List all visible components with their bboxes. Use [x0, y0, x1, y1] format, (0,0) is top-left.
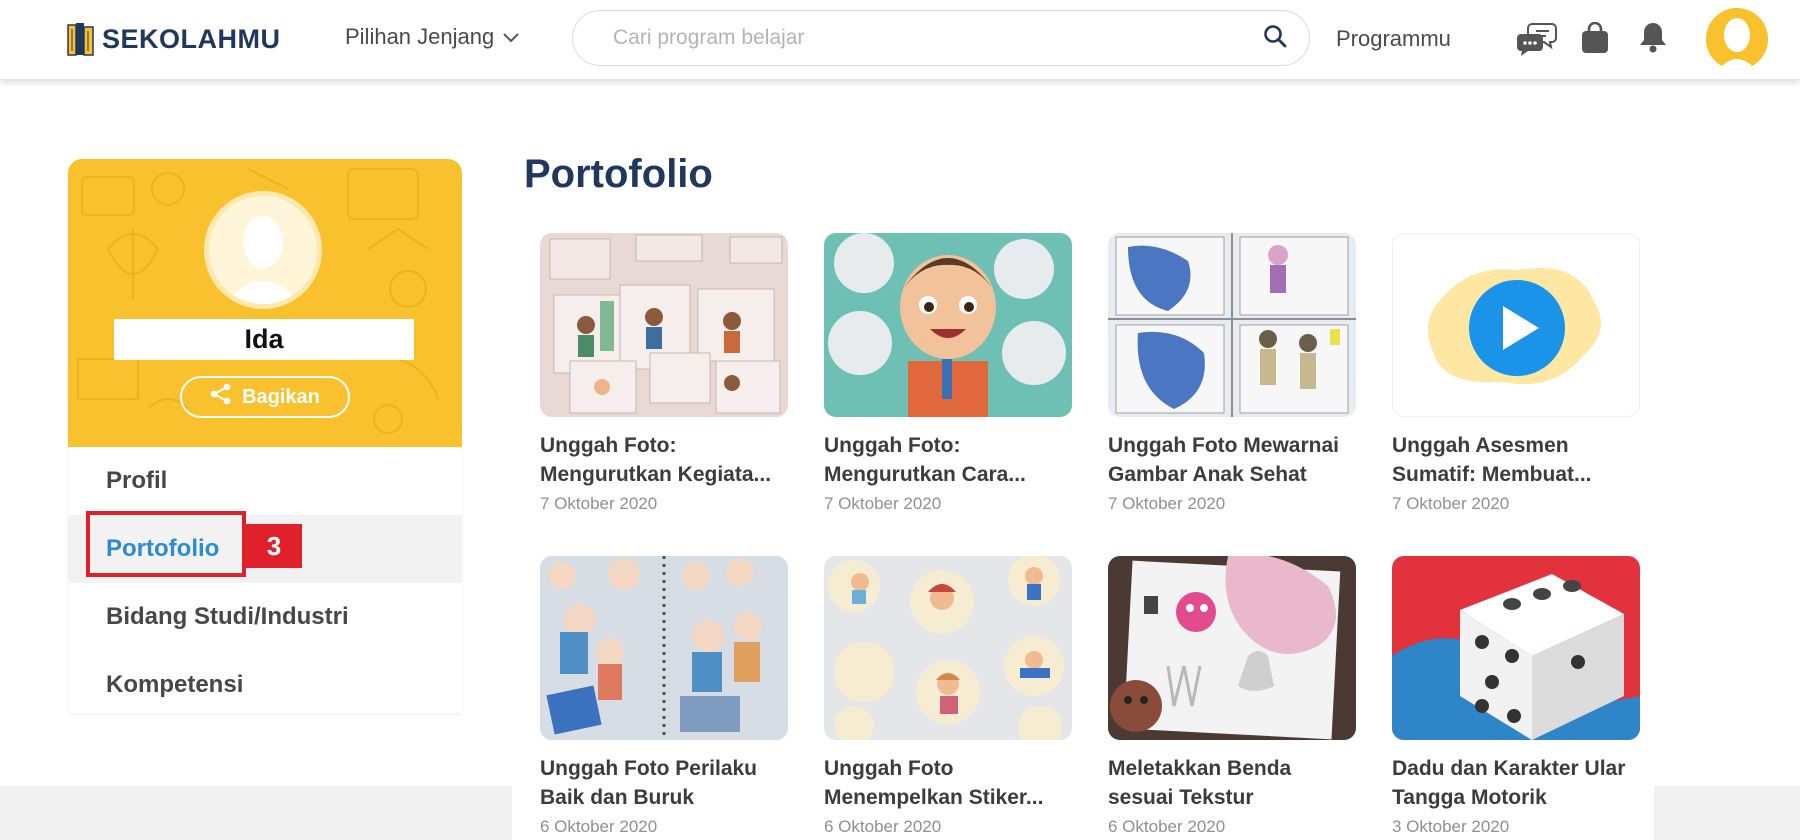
- card-date: 7 Oktober 2020: [824, 494, 942, 513]
- card-thumbnail: [1392, 233, 1640, 417]
- sekolahmu-logo[interactable]: SEKOLAHMU: [66, 20, 281, 58]
- card-thumbnail: [824, 556, 1072, 740]
- portfolio-card[interactable]: Unggah Foto: Mengurutkan Cara... 7 Oktob…: [824, 233, 1072, 514]
- card-thumbnail: [540, 233, 788, 417]
- card-title: Meletakkan Benda sesuai Tekstur: [1108, 757, 1292, 809]
- bell-icon[interactable]: [1638, 20, 1668, 59]
- portfolio-card[interactable]: Unggah Foto Perilaku Baik dan Buruk 6 Ok…: [540, 556, 788, 837]
- book-logo-icon: [66, 21, 96, 57]
- card-title: Unggah Foto: Mengurutkan Cara...: [824, 434, 1026, 486]
- portfolio-card[interactable]: Dadu dan Karakter Ular Tangga Motorik 3 …: [1392, 556, 1640, 837]
- logo-text: SEKOLAHMU: [102, 23, 281, 54]
- share-button[interactable]: Bagikan: [180, 376, 350, 418]
- card-date: 6 Oktober 2020: [540, 817, 658, 836]
- profile-name: Ida: [114, 319, 414, 360]
- menu-item-bidang-studi[interactable]: Bidang Studi/Industri: [68, 583, 462, 651]
- top-navbar: SEKOLAHMU Pilihan Jenjang Programmu: [0, 0, 1800, 80]
- share-label: Bagikan: [242, 385, 320, 408]
- card-title: Dadu dan Karakter Ular Tangga Motorik: [1392, 757, 1626, 809]
- pilihan-jenjang-dropdown[interactable]: Pilihan Jenjang: [345, 24, 520, 50]
- page-title: Portofolio: [524, 152, 713, 196]
- search-bar: [572, 10, 1310, 66]
- card-title: Unggah Foto Menempelkan Stiker...: [824, 757, 1044, 809]
- portfolio-card[interactable]: Unggah Foto Menempelkan Stiker... 6 Okto…: [824, 556, 1072, 837]
- menu-item-kompetensi[interactable]: Kompetensi: [68, 651, 462, 719]
- chat-icon[interactable]: [1516, 20, 1558, 63]
- card-title: Unggah Foto Perilaku Baik dan Buruk: [540, 757, 758, 809]
- card-thumbnail: [1392, 556, 1640, 740]
- card-date: 6 Oktober 2020: [824, 817, 942, 836]
- programmu-link[interactable]: Programmu: [1336, 26, 1451, 52]
- card-title: Unggah Foto Mewarnai Gambar Anak Sehat: [1108, 434, 1339, 486]
- card-thumbnail: [1108, 556, 1356, 740]
- card-title: Unggah Foto: Mengurutkan Kegiata...: [540, 434, 772, 486]
- profile-menu: Profil Portofolio Bidang Studi/Industri …: [68, 447, 462, 713]
- card-thumbnail: [824, 233, 1072, 417]
- share-icon: [210, 383, 232, 411]
- pilihan-jenjang-label: Pilihan Jenjang: [345, 24, 495, 49]
- card-thumbnail: [1108, 233, 1356, 417]
- card-thumbnail: [540, 556, 788, 740]
- menu-item-profil[interactable]: Profil: [68, 447, 462, 515]
- portfolio-card[interactable]: Unggah Foto: Mengurutkan Kegiata... 7 Ok…: [540, 233, 788, 514]
- annotation-highlight-box: [86, 511, 246, 577]
- card-date: 7 Oktober 2020: [1108, 494, 1226, 513]
- annotation-step-badge: 3: [246, 524, 302, 568]
- shopping-bag-icon[interactable]: [1580, 21, 1610, 59]
- profile-card: Ida Bagikan: [68, 159, 462, 447]
- search-input[interactable]: [613, 26, 1263, 50]
- card-date: 7 Oktober 2020: [540, 494, 658, 513]
- portfolio-card[interactable]: Unggah Foto Mewarnai Gambar Anak Sehat 7…: [1108, 233, 1356, 514]
- card-date: 3 Oktober 2020: [1392, 817, 1510, 836]
- user-avatar[interactable]: [1706, 8, 1768, 70]
- search-icon[interactable]: [1263, 24, 1287, 53]
- portfolio-card[interactable]: Unggah Asesmen Sumatif: Membuat... 7 Okt…: [1392, 233, 1640, 514]
- card-date: 6 Oktober 2020: [1108, 817, 1226, 836]
- portfolio-card[interactable]: Meletakkan Benda sesuai Tekstur 6 Oktobe…: [1108, 556, 1356, 837]
- profile-avatar: [204, 191, 322, 309]
- card-title: Unggah Asesmen Sumatif: Membuat...: [1392, 434, 1592, 486]
- chevron-down-icon: [502, 24, 520, 50]
- card-date: 7 Oktober 2020: [1392, 494, 1510, 513]
